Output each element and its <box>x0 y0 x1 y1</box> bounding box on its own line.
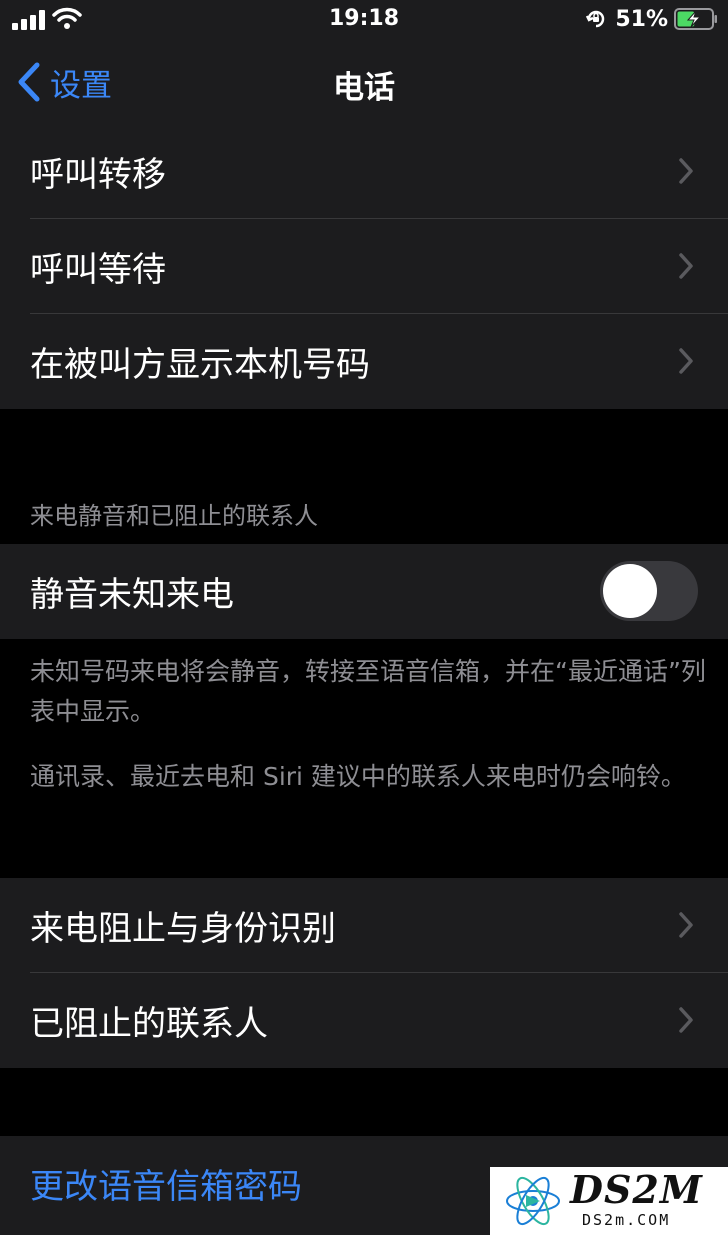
call-waiting-row[interactable]: 呼叫等待 <box>0 219 728 314</box>
footer-description: 未知号码来电将会静音，转接至语音信箱，并在“最近通话”列表中显示。 <box>30 657 706 726</box>
chevron-right-icon <box>679 912 693 938</box>
call-blocking-row[interactable]: 来电阻止与身份识别 <box>0 878 728 973</box>
section-header: 来电静音和已阻止的联系人 <box>30 502 318 530</box>
call-settings-group: 呼叫转移 呼叫等待 在被叫方显示本机号码 <box>0 124 728 409</box>
chevron-right-icon <box>679 1007 693 1033</box>
row-label: 呼叫转移 <box>30 155 166 195</box>
atom-logo-icon <box>506 1176 560 1226</box>
status-bar: 19:18 51% <box>0 0 728 40</box>
silence-group: 静音未知来电 <box>0 544 728 639</box>
watermark-brand: DS2M <box>570 1167 703 1212</box>
blocking-group: 来电阻止与身份识别 已阻止的联系人 <box>0 878 728 1068</box>
chevron-right-icon <box>679 253 693 279</box>
chevron-right-icon <box>679 158 693 184</box>
chevron-right-icon <box>679 348 693 374</box>
page-title: 电话 <box>333 70 395 106</box>
row-label: 已阻止的联系人 <box>30 1004 268 1044</box>
row-label: 来电阻止与身份识别 <box>30 909 336 949</box>
toggle-knob <box>603 564 657 618</box>
silence-unknown-callers-toggle[interactable] <box>600 561 698 621</box>
battery-charging-icon <box>674 8 717 30</box>
call-forwarding-row[interactable]: 呼叫转移 <box>0 124 728 219</box>
footer-note: 通讯录、最近去电和 Siri 建议中的联系人来电时仍会响铃。 <box>30 762 686 791</box>
row-label: 在被叫方显示本机号码 <box>30 345 370 385</box>
orientation-lock-icon <box>586 10 605 28</box>
row-label: 呼叫等待 <box>30 250 166 290</box>
show-caller-id-row[interactable]: 在被叫方显示本机号码 <box>0 314 728 409</box>
blocked-contacts-row[interactable]: 已阻止的联系人 <box>0 973 728 1068</box>
watermark-domain: DS2m.COM <box>582 1211 671 1229</box>
watermark: DS2M DS2m.COM <box>490 1167 728 1235</box>
battery-percent: 51% <box>615 6 668 32</box>
row-label: 静音未知来电 <box>30 575 234 615</box>
silence-unknown-callers-row: 静音未知来电 <box>0 544 728 639</box>
change-voicemail-password-link[interactable]: 更改语音信箱密码 <box>30 1159 302 1208</box>
status-right: 51% <box>585 4 718 34</box>
navigation-bar: 设置 电话 <box>0 40 728 124</box>
